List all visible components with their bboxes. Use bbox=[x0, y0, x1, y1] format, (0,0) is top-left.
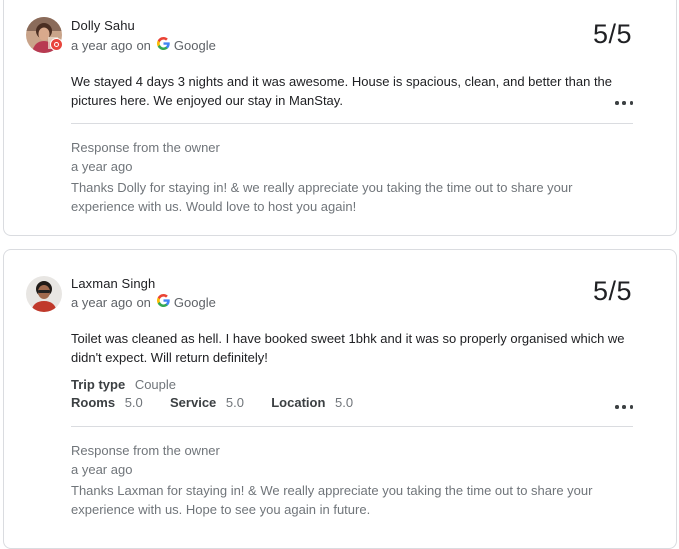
review-source: Google bbox=[173, 37, 216, 53]
reviewer-name[interactable]: Laxman Singh bbox=[71, 276, 155, 291]
review-score: 5/5 bbox=[592, 19, 632, 49]
owner-response-text: Thanks Laxman for staying in! & We reall… bbox=[71, 483, 593, 517]
rating-value-location: 5.0 bbox=[335, 395, 354, 410]
more-options-icon[interactable] bbox=[615, 402, 633, 412]
rating-label-service: Service bbox=[170, 395, 217, 410]
on-label: on bbox=[136, 294, 151, 310]
avatar-badge-icon bbox=[50, 38, 63, 51]
review-meta: a year ago on Google bbox=[71, 37, 216, 53]
trip-type-label: Trip type bbox=[71, 377, 126, 392]
ratings-row: Rooms 5.0 Service 5.0 Location 5.0 bbox=[71, 395, 353, 410]
review-text: Toilet was cleaned as hell. I have booke… bbox=[71, 331, 625, 365]
owner-response-title: Response from the owner bbox=[71, 443, 220, 458]
rating-label-rooms: Rooms bbox=[71, 395, 116, 410]
review-score: 5/5 bbox=[592, 276, 632, 306]
trip-type-value: Couple bbox=[134, 377, 177, 392]
review-source: Google bbox=[173, 294, 216, 310]
more-options-icon[interactable] bbox=[615, 98, 633, 108]
rating-value-service: 5.0 bbox=[225, 395, 244, 410]
review-time: a year ago bbox=[71, 294, 133, 310]
reviewer-name[interactable]: Dolly Sahu bbox=[71, 18, 135, 33]
owner-response-time: a year ago bbox=[71, 159, 133, 174]
owner-response-text: Thanks Dolly for staying in! & we really… bbox=[71, 180, 573, 214]
reviewer-avatar[interactable] bbox=[26, 276, 62, 312]
divider bbox=[71, 426, 633, 427]
rating-label-location: Location bbox=[271, 395, 326, 410]
review-meta: a year ago on Google bbox=[71, 294, 216, 310]
review-time: a year ago bbox=[71, 37, 133, 53]
owner-response-time: a year ago bbox=[71, 462, 133, 477]
google-icon bbox=[156, 294, 170, 310]
on-label: on bbox=[136, 37, 151, 53]
google-icon bbox=[156, 37, 170, 53]
trip-type-row: Trip type Couple bbox=[71, 377, 176, 392]
review-card: Laxman Singh a year ago on Google 5/5 To… bbox=[3, 249, 677, 549]
rating-value-rooms: 5.0 bbox=[124, 395, 143, 410]
owner-response-title: Response from the owner bbox=[71, 140, 220, 155]
review-card: Dolly Sahu a year ago on Google 5/5 We s… bbox=[3, 0, 677, 236]
review-text: We stayed 4 days 3 nights and it was awe… bbox=[71, 74, 613, 108]
divider bbox=[71, 123, 633, 124]
